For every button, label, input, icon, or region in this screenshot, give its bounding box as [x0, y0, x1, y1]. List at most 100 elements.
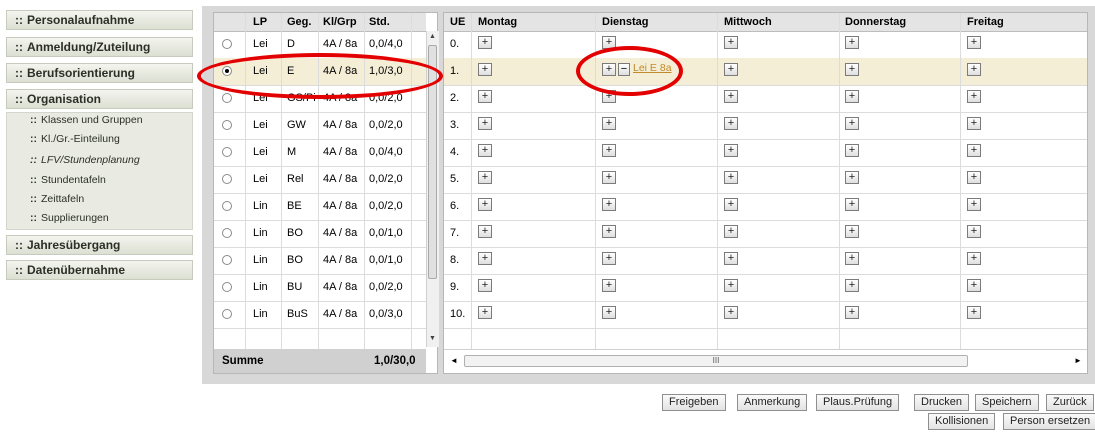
add-lesson-button[interactable]: +: [724, 171, 738, 184]
row-radio-button[interactable]: [222, 174, 232, 184]
row-radio-button[interactable]: [222, 201, 232, 211]
add-lesson-button[interactable]: +: [478, 171, 492, 184]
add-lesson-button[interactable]: +: [845, 198, 859, 211]
row-radio-button[interactable]: [222, 309, 232, 319]
add-lesson-button[interactable]: +: [724, 279, 738, 292]
add-lesson-button[interactable]: +: [845, 144, 859, 157]
person-ersetzen-button[interactable]: Person ersetzen: [1003, 413, 1095, 430]
add-lesson-button[interactable]: +: [602, 171, 616, 184]
horizontal-scrollbar[interactable]: ◄ III ►: [444, 349, 1087, 373]
row-radio-button[interactable]: [222, 39, 232, 49]
add-lesson-button[interactable]: +: [602, 225, 616, 238]
add-lesson-button[interactable]: +: [845, 279, 859, 292]
row-radio-button[interactable]: [222, 282, 232, 292]
add-lesson-button[interactable]: +: [478, 36, 492, 49]
add-lesson-button[interactable]: +: [478, 225, 492, 238]
drucken-button[interactable]: Drucken: [914, 394, 969, 411]
add-lesson-button[interactable]: +: [967, 117, 981, 130]
add-lesson-button[interactable]: +: [967, 306, 981, 319]
plausibility-check-button[interactable]: Plaus.Prüfung: [816, 394, 900, 411]
add-lesson-button[interactable]: +: [602, 90, 616, 103]
nav-jahresuebergang[interactable]: :: Jahresübergang: [6, 235, 193, 255]
add-lesson-button[interactable]: +: [724, 252, 738, 265]
add-lesson-button[interactable]: +: [724, 63, 738, 76]
add-lesson-button[interactable]: +: [724, 144, 738, 157]
add-lesson-button[interactable]: +: [845, 306, 859, 319]
add-lesson-button[interactable]: +: [724, 198, 738, 211]
add-lesson-button[interactable]: +: [602, 144, 616, 157]
add-lesson-button[interactable]: +: [845, 117, 859, 130]
add-lesson-button[interactable]: +: [478, 198, 492, 211]
add-lesson-button[interactable]: +: [478, 279, 492, 292]
add-lesson-button[interactable]: +: [967, 225, 981, 238]
row-radio-button[interactable]: [222, 147, 232, 157]
cell-klgrp: 4A / 8a: [323, 65, 358, 77]
nav-datenuebernahme[interactable]: :: Datenübernahme: [6, 260, 193, 280]
assigned-lesson-link[interactable]: Lei E 8a: [633, 62, 672, 74]
scrollbar-thumb[interactable]: [428, 45, 437, 279]
vertical-scrollbar[interactable]: ▲ ▼: [426, 31, 439, 347]
scroll-up-icon[interactable]: ▲: [429, 33, 436, 40]
nav-sub-stundentafeln[interactable]: :: Stundentafeln: [30, 174, 106, 187]
row-radio-button[interactable]: [222, 93, 232, 103]
add-lesson-button[interactable]: +: [967, 171, 981, 184]
anmerkung-button[interactable]: Anmerkung: [737, 394, 808, 411]
add-lesson-button[interactable]: +: [478, 252, 492, 265]
add-lesson-button[interactable]: +: [602, 36, 616, 49]
add-lesson-button[interactable]: +: [724, 36, 738, 49]
add-lesson-button[interactable]: +: [967, 144, 981, 157]
add-lesson-button[interactable]: +: [845, 252, 859, 265]
scroll-right-icon[interactable]: ►: [1074, 356, 1082, 365]
add-lesson-button[interactable]: +: [967, 36, 981, 49]
add-lesson-button[interactable]: +: [478, 144, 492, 157]
add-lesson-button[interactable]: +: [967, 63, 981, 76]
nav-sub-klassen-gruppen[interactable]: :: Klassen und Gruppen: [30, 114, 143, 127]
add-lesson-button[interactable]: +: [478, 117, 492, 130]
scroll-down-icon[interactable]: ▼: [429, 335, 436, 342]
add-lesson-button[interactable]: +: [478, 90, 492, 103]
nav-anmeldung-zuteilung[interactable]: :: Anmeldung/Zuteilung: [6, 37, 193, 57]
speichern-button[interactable]: Speichern: [975, 394, 1039, 411]
nav-organisation[interactable]: :: Organisation: [6, 89, 193, 109]
remove-lesson-button[interactable]: −: [618, 63, 630, 76]
nav-berufsorientierung[interactable]: :: Berufsorientierung: [6, 63, 193, 83]
add-lesson-button[interactable]: +: [602, 198, 616, 211]
add-lesson-button[interactable]: +: [967, 198, 981, 211]
add-lesson-button[interactable]: +: [724, 117, 738, 130]
add-lesson-button[interactable]: +: [845, 36, 859, 49]
add-lesson-button[interactable]: +: [845, 90, 859, 103]
row-radio-button[interactable]: [222, 228, 232, 238]
add-lesson-button[interactable]: +: [602, 117, 616, 130]
nav-personalaufnahme[interactable]: :: Personalaufnahme: [6, 10, 193, 30]
add-lesson-button[interactable]: +: [602, 306, 616, 319]
add-lesson-button[interactable]: +: [724, 90, 738, 103]
add-lesson-button[interactable]: +: [967, 90, 981, 103]
scroll-left-icon[interactable]: ◄: [450, 356, 458, 365]
nav-sub-lfv-stundenplanung[interactable]: :: LFV/Stundenplanung: [30, 154, 140, 167]
add-lesson-button[interactable]: +: [478, 63, 492, 76]
zurueck-button[interactable]: Zurück: [1046, 394, 1094, 411]
nav-sub-klgr-einteilung[interactable]: :: Kl./Gr.-Einteilung: [30, 133, 120, 146]
row-radio-button[interactable]: [222, 255, 232, 265]
add-lesson-button[interactable]: +: [845, 171, 859, 184]
add-lesson-button[interactable]: +: [602, 63, 616, 76]
scrollbar-thumb[interactable]: III: [464, 355, 968, 367]
bullet-icon: ::: [30, 133, 37, 145]
add-lesson-button[interactable]: +: [724, 225, 738, 238]
freigeben-button[interactable]: Freigeben: [662, 394, 726, 411]
add-lesson-button[interactable]: +: [478, 306, 492, 319]
add-lesson-button[interactable]: +: [602, 252, 616, 265]
add-lesson-button[interactable]: +: [845, 63, 859, 76]
add-lesson-button[interactable]: +: [602, 279, 616, 292]
nav-sub-supplierungen[interactable]: :: Supplierungen: [30, 212, 109, 225]
add-lesson-button[interactable]: +: [845, 225, 859, 238]
add-lesson-button[interactable]: +: [967, 279, 981, 292]
kollisionen-button[interactable]: Kollisionen: [928, 413, 996, 430]
add-lesson-button[interactable]: +: [724, 306, 738, 319]
cell-lp: Lei: [253, 119, 268, 131]
nav-sub-zeittafeln[interactable]: :: Zeittafeln: [30, 193, 84, 206]
row-radio-button[interactable]: [222, 66, 232, 76]
cell-klgrp: 4A / 8a: [323, 146, 358, 158]
row-radio-button[interactable]: [222, 120, 232, 130]
add-lesson-button[interactable]: +: [967, 252, 981, 265]
